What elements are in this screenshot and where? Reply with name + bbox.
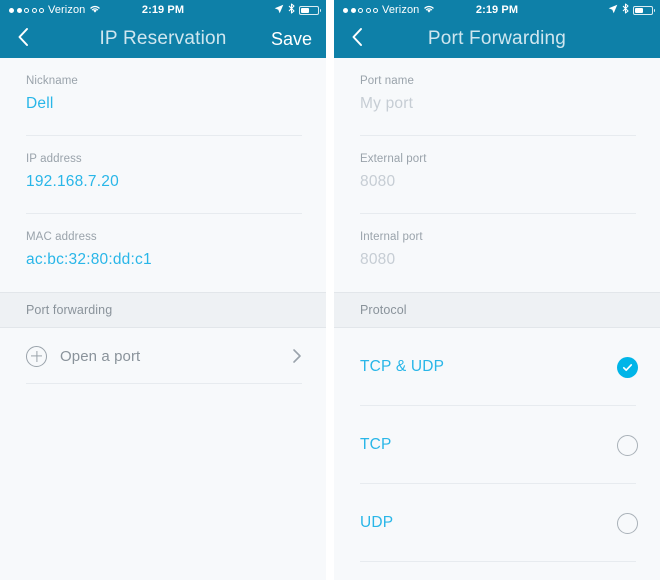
save-button[interactable]: Save: [271, 29, 312, 50]
protocol-option-tcp-udp[interactable]: TCP & UDP: [334, 328, 660, 406]
field-value[interactable]: 8080: [360, 251, 634, 269]
wifi-icon: [423, 4, 435, 17]
field-value[interactable]: ac:bc:32:80:dd:c1: [26, 251, 300, 269]
signal-strength-dots: [343, 7, 378, 13]
location-arrow-icon: [274, 4, 284, 17]
protocol-option-label: UDP: [360, 514, 394, 531]
field-label: Nickname: [26, 75, 78, 87]
field-mac-address[interactable]: MAC address ac:bc:32:80:dd:c1: [0, 214, 326, 292]
status-bar-indicators: [608, 3, 655, 17]
field-value[interactable]: Dell: [26, 95, 300, 113]
carrier-label: Verizon: [48, 3, 86, 16]
status-bar-left: Verizon 2:19 PM: [0, 0, 326, 20]
battery-icon: [633, 5, 655, 15]
page-title: Port Forwarding: [427, 28, 567, 49]
bluetooth-icon: [288, 3, 295, 17]
battery-fill: [301, 7, 309, 13]
status-bar-indicators: [274, 3, 321, 17]
signal-dot-empty: [39, 7, 44, 13]
radio-selected-check-icon[interactable]: [617, 356, 638, 378]
dual-screenshot-container: Verizon 2:19 PM IP Reservation Save Nick…: [0, 0, 660, 580]
signal-dot-empty: [365, 7, 371, 13]
back-button[interactable]: [0, 20, 46, 58]
signal-dot-filled: [343, 7, 348, 13]
section-header-port-forwarding: Port forwarding: [0, 292, 326, 328]
field-value[interactable]: My port: [360, 95, 634, 113]
open-a-port-label: Open a port: [60, 347, 141, 365]
row-divider: [26, 383, 302, 384]
screen-gutter: [326, 0, 334, 580]
section-title: Protocol: [360, 303, 407, 317]
radio-unselected-icon[interactable]: [617, 512, 638, 534]
signal-dot-empty: [31, 7, 37, 13]
field-internal-port[interactable]: Internal port 8080: [334, 214, 660, 292]
protocol-option-udp[interactable]: UDP: [334, 484, 660, 562]
chevron-left-icon: [351, 27, 363, 52]
left-phone-screen: Verizon 2:19 PM IP Reservation Save Nick…: [0, 0, 326, 580]
protocol-option-label: TCP: [360, 436, 392, 453]
field-label: IP address: [26, 153, 82, 165]
carrier-label: Verizon: [382, 3, 420, 16]
signal-dot-filled: [9, 7, 14, 13]
field-label: Port name: [360, 75, 414, 87]
wifi-icon: [89, 4, 101, 17]
battery-fill: [635, 7, 643, 13]
back-button[interactable]: [334, 20, 380, 58]
battery-icon: [299, 5, 321, 15]
right-content: Port name My port External port 8080 Int…: [334, 58, 660, 580]
field-label: MAC address: [26, 231, 97, 243]
field-port-name[interactable]: Port name My port: [334, 58, 660, 136]
status-bar-right: Verizon 2:19 PM: [334, 0, 660, 20]
protocol-option-tcp[interactable]: TCP: [334, 406, 660, 484]
right-phone-screen: Verizon 2:19 PM Port Forwarding Port nam…: [334, 0, 660, 580]
open-a-port-row[interactable]: Open a port: [0, 328, 326, 384]
row-divider: [360, 561, 636, 562]
status-bar-carrier-group: Verizon: [9, 4, 101, 17]
chevron-right-icon: [292, 348, 302, 364]
field-value[interactable]: 192.168.7.20: [26, 173, 300, 191]
signal-dot-filled: [16, 7, 22, 13]
nav-bar-left: IP Reservation Save: [0, 20, 326, 58]
section-title: Port forwarding: [26, 303, 113, 317]
bluetooth-icon: [622, 3, 629, 17]
field-ip-address[interactable]: IP address 192.168.7.20: [0, 136, 326, 214]
signal-dot-empty: [24, 7, 29, 13]
signal-dot-empty: [373, 7, 378, 13]
signal-strength-dots: [9, 7, 44, 13]
status-bar-carrier-group: Verizon: [343, 4, 435, 17]
chevron-left-icon: [17, 27, 29, 52]
plus-circle-icon: [26, 345, 47, 367]
location-arrow-icon: [608, 4, 618, 17]
signal-dot-empty: [358, 7, 363, 13]
field-label: Internal port: [360, 231, 423, 243]
section-header-protocol: Protocol: [334, 292, 660, 328]
left-content: Nickname Dell IP address 192.168.7.20 MA…: [0, 58, 326, 580]
field-nickname[interactable]: Nickname Dell: [0, 58, 326, 136]
radio-unselected-icon[interactable]: [617, 434, 638, 456]
field-external-port[interactable]: External port 8080: [334, 136, 660, 214]
protocol-option-label: TCP & UDP: [360, 358, 445, 375]
field-label: External port: [360, 153, 427, 165]
signal-dot-filled: [350, 7, 356, 13]
field-value[interactable]: 8080: [360, 173, 634, 191]
nav-bar-right: Port Forwarding: [334, 20, 660, 58]
